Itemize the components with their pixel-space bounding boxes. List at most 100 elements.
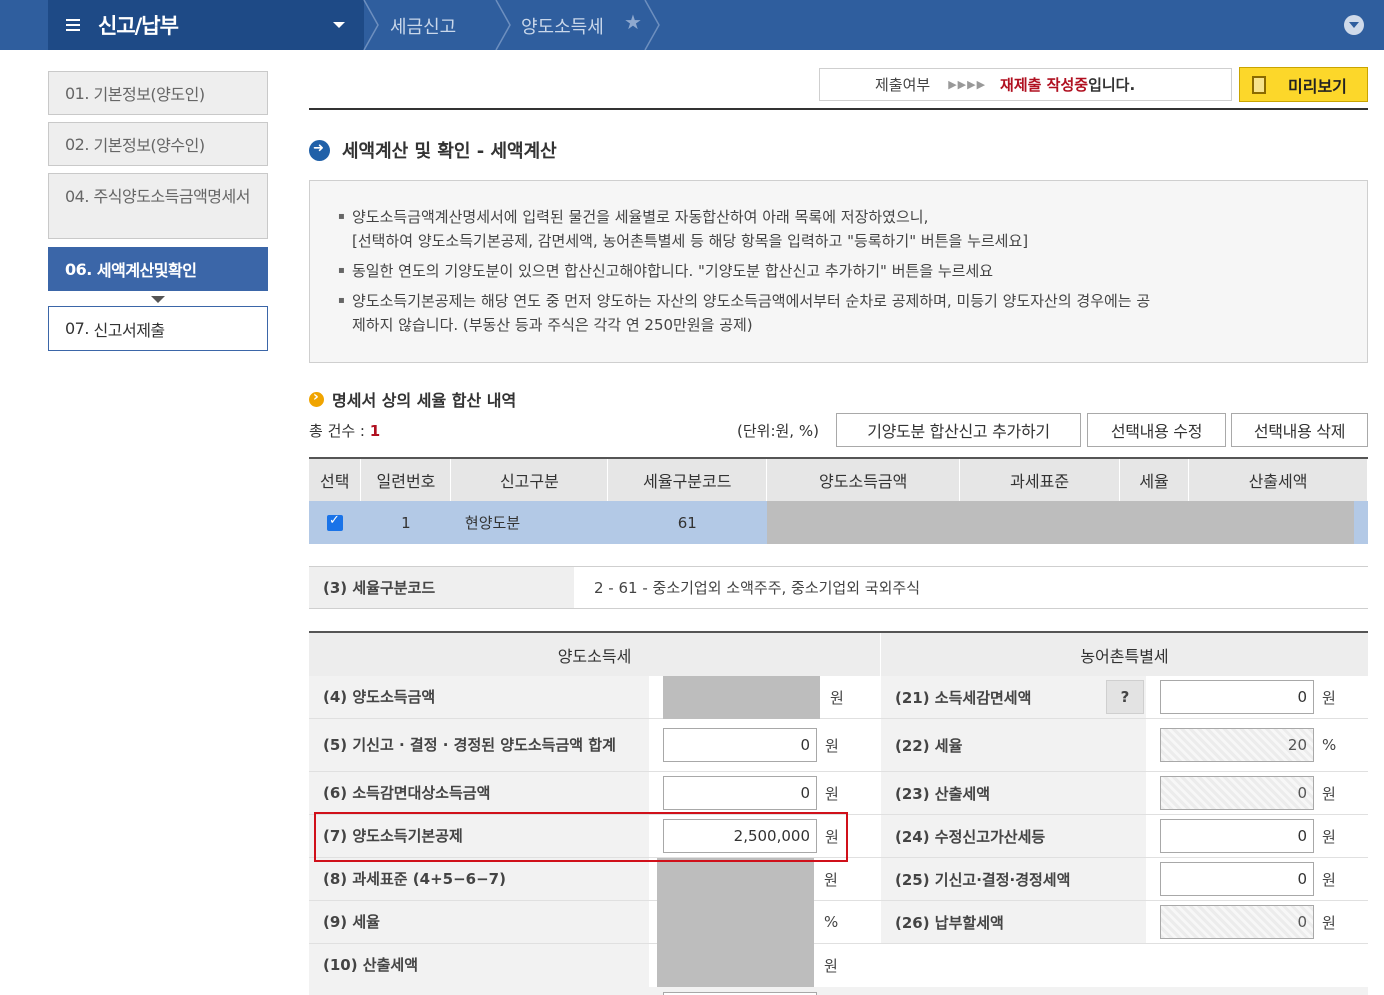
unit-label: 원 xyxy=(824,870,838,889)
field-label: (23) 산출세액 xyxy=(881,772,1146,814)
arrows-icon: ▶▶▶▶ xyxy=(948,78,987,91)
list-title: 명세서 상의 세율 합산 내역 xyxy=(309,387,516,411)
section-title: 세액계산 및 확인 - 세액계산 xyxy=(309,137,557,163)
sidebar-item-label: 기본정보(양수인) xyxy=(93,136,206,155)
field-value: 0 원 xyxy=(649,719,881,771)
masked-value xyxy=(663,676,820,719)
notice-line: 양도소득금액계산명세서에 입력된 물건을 세율별로 자동합산하여 아래 목록에 … xyxy=(352,208,929,226)
column-header: 일련번호 xyxy=(360,457,452,501)
chevron-right-icon xyxy=(495,0,511,50)
preview-button[interactable]: 미리보기 xyxy=(1239,67,1368,102)
rate-code-value: 2 - 61 - 중소기업외 소액주주, 중소기업외 국외주식 xyxy=(594,579,921,597)
notice-line: 양도소득기본공제는 해당 연도 중 먼저 양도하는 자산의 양도소득금액에서부터… xyxy=(352,292,1151,310)
step-arrow-icon xyxy=(151,296,165,303)
status-suffix: 입니다. xyxy=(1088,76,1136,94)
sidebar-item-label: 주식양도소득금액명세서 xyxy=(93,187,251,206)
column-header: 세율 xyxy=(1119,457,1190,501)
detail-row: (6) 소득감면대상소득금액 0 원 (23) 산출세액 0 원 xyxy=(309,772,1368,815)
rate-code-cell: 61 xyxy=(607,501,767,544)
total-count: 총 건수 : 1 xyxy=(309,420,380,441)
field-value: 원 xyxy=(649,676,881,719)
highlight-box xyxy=(314,812,848,862)
table-row[interactable]: 1 현양도분 61 xyxy=(309,501,1368,544)
help-button[interactable]: ? xyxy=(1106,680,1144,714)
preview-button-label: 미리보기 xyxy=(1288,76,1347,96)
field-label: (26) 납부할세액 xyxy=(881,901,1146,943)
caret-down-icon[interactable] xyxy=(333,22,345,28)
unit-label: (단위:원, %) xyxy=(737,422,819,440)
detail-row: (9) 세율 % (26) 납부할세액 0 원 xyxy=(309,901,1368,944)
unit-label: % xyxy=(1322,736,1337,754)
step-number: 06. xyxy=(65,259,92,279)
checkbox-checked[interactable] xyxy=(326,513,343,531)
field-value: 0 원 xyxy=(1146,901,1368,943)
breadcrumb-capital-gains-tax[interactable]: 양도소득세 xyxy=(521,13,604,39)
submission-status: 제출여부 ▶▶▶▶ 재제출 작성중 입니다. xyxy=(819,68,1232,101)
row-continuation xyxy=(309,987,1368,995)
arrow-circle-icon xyxy=(309,139,330,161)
sidebar-item-label: 기본정보(양도인) xyxy=(93,85,206,104)
unit-label: % xyxy=(824,913,839,931)
field-label: (25) 기신고·결정·경정세액 xyxy=(881,858,1146,900)
sidebar-item-tax-calculation[interactable]: 06. 세액계산및확인 xyxy=(48,247,268,291)
column-header: 세율구분코드 xyxy=(607,457,768,501)
column-header: 산출세액 xyxy=(1188,457,1368,501)
step-number: 02. xyxy=(65,134,89,154)
star-icon[interactable]: ★ xyxy=(624,10,642,34)
select-cell[interactable] xyxy=(309,501,361,544)
menu-dropdown[interactable]: 신고/납부 xyxy=(48,0,364,50)
rate-readonly-field: 20 xyxy=(1160,728,1314,762)
document-icon xyxy=(1252,75,1266,94)
notice-item: 양도소득금액계산명세서에 입력된 물건을 세율별로 자동합산하여 아래 목록에 … xyxy=(338,205,1347,253)
add-prior-transfer-button[interactable]: 기양도분 합산신고 추가하기 xyxy=(836,413,1081,447)
tax-reduction-input[interactable]: 0 xyxy=(1160,680,1314,714)
edit-selected-button[interactable]: 선택내용 수정 xyxy=(1087,413,1226,447)
delete-selected-button[interactable]: 선택내용 삭제 xyxy=(1231,413,1368,447)
field-label-text: (21) 소득세감면세액 xyxy=(895,688,1032,707)
rate-code-label: (3) 세율구분코드 xyxy=(309,567,574,608)
notice-line: 제하지 않습니다. (부동산 등과 주식은 각각 연 250만원을 공제) xyxy=(352,316,753,334)
notice-line: [선택하여 양도소득기본공제, 감면세액, 농어촌특별세 등 해당 항목을 입력… xyxy=(352,232,1029,250)
field-label: (21) 소득세감면세액? xyxy=(881,676,1146,718)
unit-label: 원 xyxy=(1322,784,1336,803)
column-header: 과세표준 xyxy=(959,457,1121,501)
detail-row: (10) 산출세액 원 xyxy=(309,944,1368,987)
computed-tax-cell xyxy=(1188,501,1368,544)
reduction-target-input[interactable]: 0 xyxy=(663,776,817,810)
masked-value xyxy=(657,858,814,901)
payable-tax-readonly-field: 0 xyxy=(1160,905,1314,939)
rate-cell xyxy=(1119,501,1189,544)
sidebar-item-buyer-info[interactable]: 02. 기본정보(양수인) xyxy=(48,122,268,166)
sidebar-item-submit-return[interactable]: 07. 신고서제출 xyxy=(48,306,268,351)
prior-gains-input[interactable]: 0 xyxy=(663,728,817,762)
total-count-value: 1 xyxy=(369,422,381,440)
field-label: (5) 기신고 · 결정 · 경정된 양도소득금액 합계 xyxy=(309,719,649,771)
field-label: (4) 양도소득금액 xyxy=(309,676,649,718)
field-label: (10) 산출세액 xyxy=(309,944,649,987)
sidebar-item-seller-info[interactable]: 01. 기본정보(양도인) xyxy=(48,71,268,115)
detail-header: 양도소득세 농어촌특별세 xyxy=(309,633,1368,676)
expand-circle-icon[interactable] xyxy=(1344,15,1364,35)
penalty-input[interactable]: 0 xyxy=(1160,819,1314,853)
step-number: 07. xyxy=(65,319,89,338)
tax-base-cell xyxy=(959,501,1120,544)
notice-item: 양도소득기본공제는 해당 연도 중 먼저 양도하는 자산의 양도소득금액에서부터… xyxy=(338,289,1347,337)
table-header-row: 선택 일련번호 신고구분 세율구분코드 양도소득금액 과세표준 세율 산출세액 xyxy=(309,457,1368,501)
serial-cell: 1 xyxy=(360,501,451,544)
divider xyxy=(309,108,1368,110)
top-navigation-bar: 신고/납부 세금신고 양도소득세 ★ xyxy=(0,0,1384,50)
field-label: (9) 세율 xyxy=(309,901,649,943)
field-label: (24) 수정신고가산세등 xyxy=(881,815,1146,857)
unit-label: 원 xyxy=(1322,827,1336,846)
field-label: (6) 소득감면대상소득금액 xyxy=(309,772,649,814)
sidebar-item-stock-statement[interactable]: 04. 주식양도소득금액명세서 xyxy=(48,173,268,239)
hamburger-icon[interactable] xyxy=(66,19,80,31)
step-number: 01. xyxy=(65,83,89,103)
field-label: (22) 세율 xyxy=(881,719,1146,771)
field-value: 0 원 xyxy=(649,772,881,814)
menu-title: 신고/납부 xyxy=(98,14,179,38)
field-label: (8) 과세표준 (4+5−6−7) xyxy=(309,858,649,900)
notice-box: 양도소득금액계산명세서에 입력된 물건을 세율별로 자동합산하여 아래 목록에 … xyxy=(309,180,1368,363)
breadcrumb-tax-filing[interactable]: 세금신고 xyxy=(390,13,456,39)
prior-assessed-tax-input[interactable]: 0 xyxy=(1160,862,1314,896)
